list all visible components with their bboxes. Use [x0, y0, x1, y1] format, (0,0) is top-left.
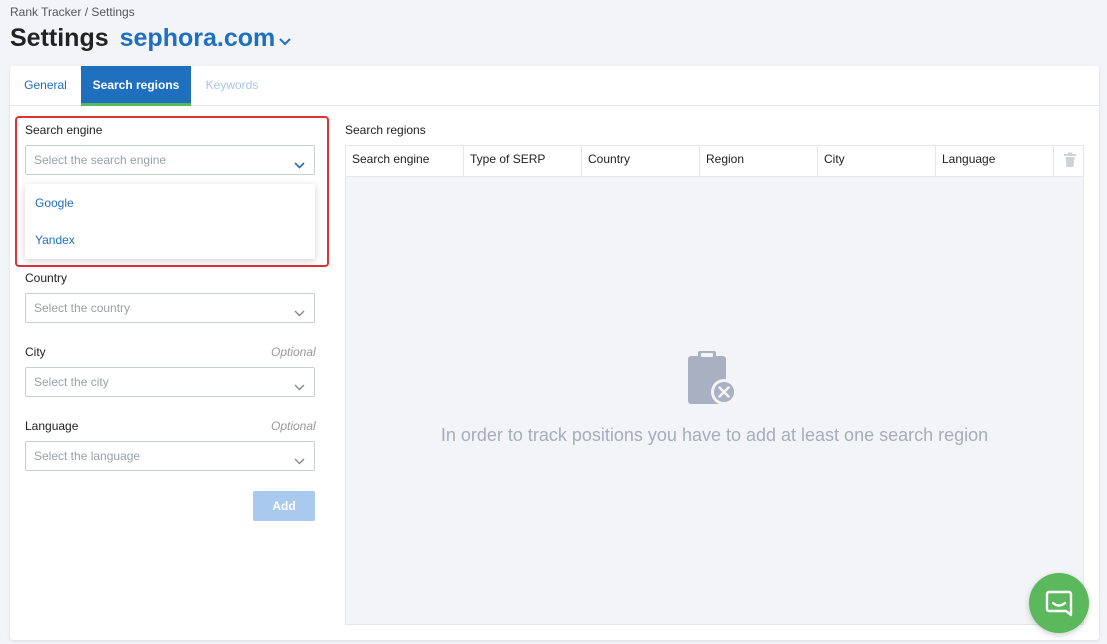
- country-label: Country: [25, 271, 68, 285]
- chevron-down-icon: [294, 156, 305, 174]
- city-optional: Optional: [271, 345, 316, 359]
- search-regions-title: Search regions: [345, 123, 426, 137]
- country-placeholder: Select the country: [34, 301, 131, 315]
- country-select[interactable]: Select the country: [25, 293, 315, 323]
- search-engine-label: Search engine: [25, 123, 103, 137]
- language-optional: Optional: [271, 419, 316, 433]
- search-engine-placeholder: Select the search engine: [34, 153, 167, 167]
- search-regions-table: Search engine Type of SERP Country Regio…: [345, 145, 1084, 625]
- trash-icon[interactable]: [1063, 152, 1077, 173]
- language-label: Language: [25, 419, 79, 433]
- column-type-of-serp: Type of SERP: [464, 146, 582, 177]
- site-selector[interactable]: sephora.com: [120, 24, 276, 53]
- option-google[interactable]: Google: [35, 196, 74, 210]
- chevron-down-icon: [294, 304, 305, 322]
- title-row: Settings sephora.com: [10, 24, 291, 53]
- city-label: City: [25, 345, 46, 359]
- search-engine-select[interactable]: Select the search engine: [25, 145, 315, 175]
- table-header: Search engine Type of SERP Country Regio…: [346, 146, 1083, 177]
- add-button[interactable]: Add: [253, 491, 315, 521]
- tab-general[interactable]: General: [10, 66, 81, 105]
- column-language: Language: [936, 146, 1054, 177]
- empty-state-text: In order to track positions you have to …: [440, 425, 989, 445]
- column-country: Country: [582, 146, 700, 177]
- tab-search-regions[interactable]: Search regions: [81, 66, 191, 106]
- language-select[interactable]: Select the language: [25, 441, 315, 471]
- column-city: City: [818, 146, 936, 177]
- clipboard-x-icon: [686, 350, 738, 413]
- option-yandex[interactable]: Yandex: [35, 233, 75, 247]
- language-placeholder: Select the language: [34, 449, 141, 463]
- settings-card: General Search regions Keywords Search e…: [10, 66, 1099, 640]
- tab-bar: General Search regions Keywords: [10, 66, 1099, 106]
- column-region: Region: [700, 146, 818, 177]
- chevron-down-icon: [294, 452, 305, 470]
- breadcrumb: Rank Tracker / Settings: [10, 5, 135, 19]
- city-placeholder: Select the city: [34, 375, 109, 389]
- column-search-engine: Search engine: [346, 146, 464, 177]
- chevron-down-icon[interactable]: [279, 33, 291, 51]
- city-select[interactable]: Select the city: [25, 367, 315, 397]
- page-title: Settings: [10, 24, 109, 52]
- search-engine-dropdown: Google Yandex: [25, 184, 315, 259]
- chevron-down-icon: [294, 378, 305, 396]
- tab-keywords[interactable]: Keywords: [191, 66, 273, 105]
- chat-button[interactable]: [1029, 573, 1089, 633]
